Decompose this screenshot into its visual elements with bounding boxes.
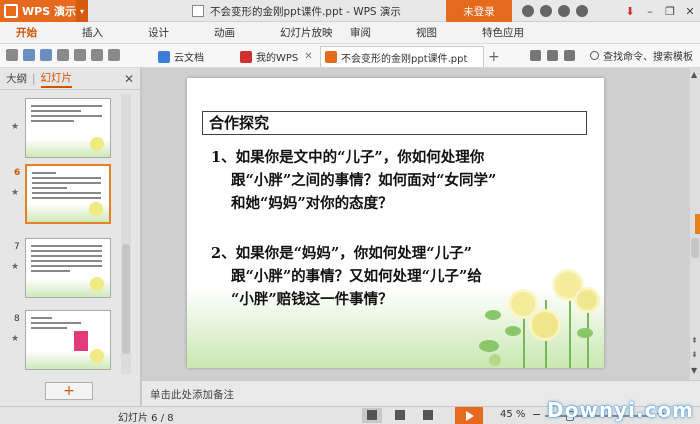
title-bar: WPS 演示 ▾ 不会变形的金刚ppt课件.ppt - WPS 演示 未登录 ⬇… bbox=[0, 0, 700, 22]
zoom-level: 45 % bbox=[500, 409, 526, 420]
reading-view-icon[interactable] bbox=[418, 408, 438, 423]
toolbar-right-icons bbox=[530, 50, 575, 61]
new-file-icon[interactable] bbox=[6, 49, 18, 61]
tab-my-wps[interactable]: 我的WPS ✕ bbox=[236, 46, 313, 67]
quick-access bbox=[6, 49, 120, 61]
new-tab-icon[interactable]: + bbox=[488, 49, 500, 65]
next-slide-icon[interactable]: ⇟ bbox=[691, 350, 698, 359]
login-button[interactable]: 未登录 bbox=[446, 0, 512, 22]
comment-icon[interactable] bbox=[547, 50, 558, 61]
app-name: WPS 演示 bbox=[22, 5, 76, 18]
close-icon[interactable]: ✕ bbox=[680, 5, 700, 18]
star-icon: ★ bbox=[11, 262, 20, 272]
slide-thumbnail-8[interactable]: 8 ★ bbox=[0, 310, 120, 372]
prev-slide-icon[interactable]: ⇞ bbox=[691, 336, 698, 345]
canvas-scrollbar[interactable]: ▲ ⇞ ⇟ ▼ bbox=[690, 68, 700, 380]
panel-tabs: 大纲 | 幻灯片 ✕ bbox=[0, 68, 140, 90]
undo-icon[interactable] bbox=[91, 49, 103, 61]
menu-slideshow[interactable]: 幻灯片放映 bbox=[280, 25, 344, 40]
document-icon bbox=[192, 5, 204, 17]
question-1[interactable]: 1、如果你是文中的“儿子”，你如何处理你 跟“小胖”之间的事情？如何面对“女同学… bbox=[211, 146, 496, 215]
question-2[interactable]: 2、如果你是“妈妈”，你如何处理“儿子” 跟“小胖”的事情？又如何处理“儿子”给… bbox=[211, 242, 482, 311]
slide-panel: 大纲 | 幻灯片 ✕ ★ 6 ★ 7 ★ 8 ★ + bbox=[0, 68, 141, 406]
ppt-file-icon bbox=[325, 51, 337, 63]
play-slideshow-button[interactable] bbox=[455, 407, 483, 424]
menu-bar: 开始 插入 设计 动画 幻灯片放映 审阅 视图 特色应用 bbox=[0, 22, 700, 44]
menu-animation[interactable]: 动画 bbox=[214, 25, 258, 40]
settings-icon[interactable] bbox=[540, 5, 552, 17]
wps-w-icon bbox=[240, 50, 252, 63]
feedback-icon[interactable] bbox=[576, 5, 588, 17]
menu-home[interactable]: 开始 bbox=[16, 25, 60, 40]
menu-view[interactable]: 视图 bbox=[416, 25, 460, 40]
preview-icon[interactable] bbox=[74, 49, 86, 61]
slide-title[interactable]: 合作探究 bbox=[202, 111, 587, 135]
chevron-down-icon[interactable]: ▾ bbox=[76, 0, 88, 22]
star-icon: ★ bbox=[11, 122, 20, 132]
current-slide[interactable]: 合作探究 1、如果你是文中的“儿子”，你如何处理你 跟“小胖”之间的事情？如何面… bbox=[187, 78, 604, 368]
add-slide-button[interactable]: + bbox=[45, 382, 93, 400]
download-icon[interactable]: ⬇ bbox=[620, 5, 640, 18]
site-watermark: Downyi.com bbox=[547, 398, 694, 422]
star-icon: ★ bbox=[11, 188, 20, 198]
tab-document[interactable]: 不会变形的金刚ppt课件.ppt bbox=[320, 46, 484, 67]
sorter-view-icon[interactable] bbox=[390, 408, 410, 423]
slide-counter: 幻灯片 6 / 8 bbox=[118, 413, 174, 424]
help-icon[interactable] bbox=[558, 5, 570, 17]
scroll-up-icon[interactable]: ▲ bbox=[691, 70, 697, 79]
slide-thumbnail-6[interactable]: 6 ★ bbox=[0, 164, 120, 226]
tab-cloud-docs[interactable]: 云文档 bbox=[154, 46, 204, 67]
skin-icon[interactable] bbox=[522, 5, 534, 17]
slide-number: 8 bbox=[14, 314, 20, 324]
cloud-icon bbox=[158, 50, 170, 63]
redo-icon[interactable] bbox=[108, 49, 120, 61]
window-title: 不会变形的金刚ppt课件.ppt - WPS 演示 bbox=[192, 0, 401, 22]
title-toolbar-icons bbox=[522, 0, 588, 22]
maximize-icon[interactable]: ❐ bbox=[660, 5, 680, 18]
print-icon[interactable] bbox=[57, 49, 69, 61]
quick-toolbar: 云文档 我的WPS ✕ 不会变形的金刚ppt课件.ppt + 查找命令、搜索模板 bbox=[0, 44, 700, 68]
menu-design[interactable]: 设计 bbox=[148, 25, 192, 40]
tab-outline[interactable]: 大纲 bbox=[6, 71, 27, 86]
window-controls: ⬇ – ❐ ✕ bbox=[620, 0, 700, 22]
menu-review[interactable]: 审阅 bbox=[350, 25, 394, 40]
wps-logo-icon bbox=[4, 4, 18, 18]
slide-number: 6 bbox=[14, 168, 21, 178]
share-icon[interactable] bbox=[564, 50, 575, 61]
tab-slides[interactable]: 幻灯片 bbox=[40, 70, 73, 88]
slide-canvas: 合作探究 1、如果你是文中的“儿子”，你如何处理你 跟“小胖”之间的事情？如何面… bbox=[142, 68, 692, 380]
video-icon[interactable] bbox=[530, 50, 541, 61]
close-panel-icon[interactable]: ✕ bbox=[124, 72, 134, 86]
slide-thumbnail-5[interactable]: ★ bbox=[0, 98, 120, 160]
menu-features[interactable]: 特色应用 bbox=[482, 25, 526, 40]
menu-insert[interactable]: 插入 bbox=[82, 25, 126, 40]
minimize-icon[interactable]: – bbox=[640, 5, 660, 18]
export-icon[interactable] bbox=[40, 49, 52, 61]
slide-number: 7 bbox=[14, 242, 20, 252]
close-tab-icon[interactable]: ✕ bbox=[304, 51, 312, 62]
save-icon[interactable] bbox=[23, 49, 35, 61]
search-icon bbox=[590, 51, 599, 60]
normal-view-icon[interactable] bbox=[362, 408, 382, 423]
scroll-down-icon[interactable]: ▼ bbox=[691, 366, 697, 375]
app-menu-button[interactable]: WPS 演示 ▾ bbox=[0, 0, 88, 22]
view-switcher bbox=[362, 408, 438, 423]
command-search[interactable]: 查找命令、搜索模板 bbox=[590, 48, 693, 63]
panel-scrollbar[interactable] bbox=[121, 94, 131, 374]
star-icon: ★ bbox=[11, 334, 20, 344]
zoom-out-icon[interactable]: − bbox=[532, 408, 541, 421]
slide-thumbnail-7[interactable]: 7 ★ bbox=[0, 238, 120, 300]
